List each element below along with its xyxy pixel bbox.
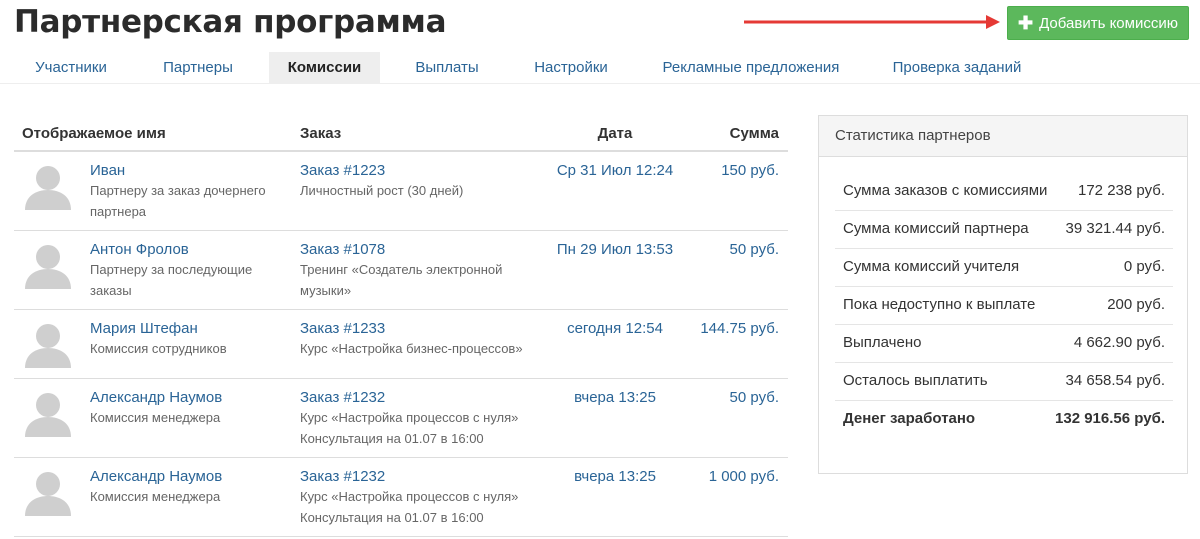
order-detail: Консультация на 01.07 в 16:00 — [300, 509, 484, 525]
stats-value: 132 916.56 руб. — [1055, 410, 1165, 427]
stats-label: Осталось выплатить — [843, 372, 988, 389]
stats-row: Осталось выплатить 34 658.54 руб. — [835, 362, 1173, 401]
commission-amount: 150 руб. — [721, 162, 779, 179]
order-detail: Личностный рост (30 дней) — [300, 183, 464, 198]
stats-row: Пока недоступно к выплате 200 руб. — [835, 286, 1173, 325]
table-row: Иван Партнеру за заказ дочернего партнер… — [14, 151, 788, 231]
commission-date: вчера 13:25 — [574, 388, 656, 406]
order-detail: Тренинг «Создатель электронной музыки» — [300, 261, 503, 298]
commission-date: сегодня 12:54 — [567, 319, 663, 337]
tab-commissions[interactable]: Комиссии — [269, 52, 380, 83]
tab-promo-offers[interactable]: Рекламные предложения — [643, 52, 859, 83]
order-link[interactable]: Заказ #1233 — [300, 320, 540, 338]
commission-amount: 50 руб. — [729, 388, 779, 406]
order-link[interactable]: Заказ #1232 — [300, 468, 540, 486]
commission-amount: 1 000 руб. — [708, 467, 779, 485]
table-row: Мария Штефан Комиссия сотрудников Заказ … — [14, 309, 788, 379]
partner-name-link[interactable]: Александр Наумов — [90, 468, 300, 486]
order-link[interactable]: Заказ #1223 — [300, 162, 540, 180]
stats-value: 0 руб. — [1123, 258, 1165, 275]
stats-row: Сумма заказов с комиссиями 172 238 руб. — [835, 172, 1173, 211]
tab-payouts[interactable]: Выплаты — [393, 52, 501, 83]
table-header-row: Отображаемое имя Заказ Дата Сумма — [14, 116, 788, 152]
stats-panel-title: Статистика партнеров — [819, 116, 1187, 157]
user-silhouette-icon — [25, 166, 71, 210]
commission-amount: 50 руб. — [729, 240, 779, 258]
commission-date: вчера 13:25 — [574, 467, 656, 485]
stats-label: Выплачено — [843, 334, 922, 351]
partner-name-link[interactable]: Александр Наумов — [90, 389, 300, 407]
user-silhouette-icon — [25, 471, 71, 516]
stats-value: 34 658.54 руб. — [1065, 372, 1166, 389]
order-detail: Курс «Настройка процессов с нуля» — [300, 409, 519, 425]
stats-value: 4 662.90 руб. — [1073, 334, 1165, 351]
user-silhouette-icon — [25, 392, 71, 437]
tabs-nav: Участники Партнеры Комиссии Выплаты Наст… — [0, 52, 1200, 84]
partner-name-link[interactable]: Мария Штефан — [90, 320, 300, 338]
stats-value: 200 руб. — [1107, 296, 1165, 313]
order-detail: Курс «Настройка бизнес-процессов» — [300, 340, 523, 356]
commission-description: Партнеру за последующие заказы — [90, 261, 253, 298]
commissions-table: Отображаемое имя Заказ Дата Сумма Иван П… — [14, 116, 788, 537]
partner-name-link[interactable]: Иван — [90, 162, 300, 180]
stats-row: Выплачено 4 662.90 руб. — [835, 324, 1173, 363]
stats-label: Денег заработано — [843, 410, 976, 427]
user-silhouette-icon — [25, 244, 71, 289]
page-title: Партнерская программа — [14, 4, 447, 40]
col-header-date: Дата — [540, 116, 690, 152]
add-commission-button[interactable]: ✚ Добавить комиссию — [1007, 6, 1189, 40]
user-silhouette-icon — [25, 323, 71, 368]
commission-amount: 144.75 руб. — [700, 319, 779, 337]
col-header-name: Отображаемое имя — [14, 116, 300, 152]
plus-icon: ✚ — [1018, 13, 1034, 33]
order-link[interactable]: Заказ #1232 — [300, 389, 540, 407]
table-row: Александр Наумов Комиссия менеджера Зака… — [14, 378, 788, 458]
add-commission-label: Добавить комиссию — [1039, 14, 1178, 32]
stats-label: Сумма заказов с комиссиями — [843, 182, 1048, 199]
stats-label: Сумма комиссий партнера — [843, 220, 1029, 237]
col-header-order: Заказ — [300, 116, 540, 152]
partner-stats-panel: Статистика партнеров Сумма заказов с ком… — [818, 115, 1188, 474]
stats-label: Сумма комиссий учителя — [843, 258, 1020, 275]
commission-description: Партнеру за заказ дочернего партнера — [90, 183, 266, 219]
stats-row: Сумма комиссий партнера 39 321.44 руб. — [835, 210, 1173, 249]
stats-value: 172 238 руб. — [1078, 182, 1165, 199]
partner-name-link[interactable]: Антон Фролов — [90, 241, 300, 259]
stats-row: Сумма комиссий учителя 0 руб. — [835, 248, 1173, 287]
commission-description: Комиссия менеджера — [90, 409, 221, 425]
stats-row-total: Денег заработано 132 916.56 руб. — [835, 400, 1173, 438]
table-row: Антон Фролов Партнеру за последующие зак… — [14, 230, 788, 310]
order-link[interactable]: Заказ #1078 — [300, 241, 540, 259]
tab-participants[interactable]: Участники — [14, 52, 128, 83]
commission-description: Комиссия сотрудников — [90, 340, 227, 356]
commission-date: Ср 31 Июл 12:24 — [556, 162, 674, 179]
tab-settings[interactable]: Настройки — [513, 52, 629, 83]
tab-task-review[interactable]: Проверка заданий — [873, 52, 1041, 83]
tab-partners[interactable]: Партнеры — [141, 52, 255, 83]
order-detail: Курс «Настройка процессов с нуля» — [300, 488, 519, 504]
table-row: Александр Наумов Комиссия менеджера Зака… — [14, 457, 788, 537]
commission-date: Пн 29 Июл 13:53 — [556, 240, 674, 258]
red-arrow-annotation — [744, 15, 1000, 29]
col-header-amount: Сумма — [690, 116, 788, 152]
commission-description: Комиссия менеджера — [90, 488, 221, 504]
stats-value: 39 321.44 руб. — [1065, 220, 1166, 237]
order-detail: Консультация на 01.07 в 16:00 — [300, 430, 484, 446]
stats-label: Пока недоступно к выплате — [843, 296, 1036, 313]
